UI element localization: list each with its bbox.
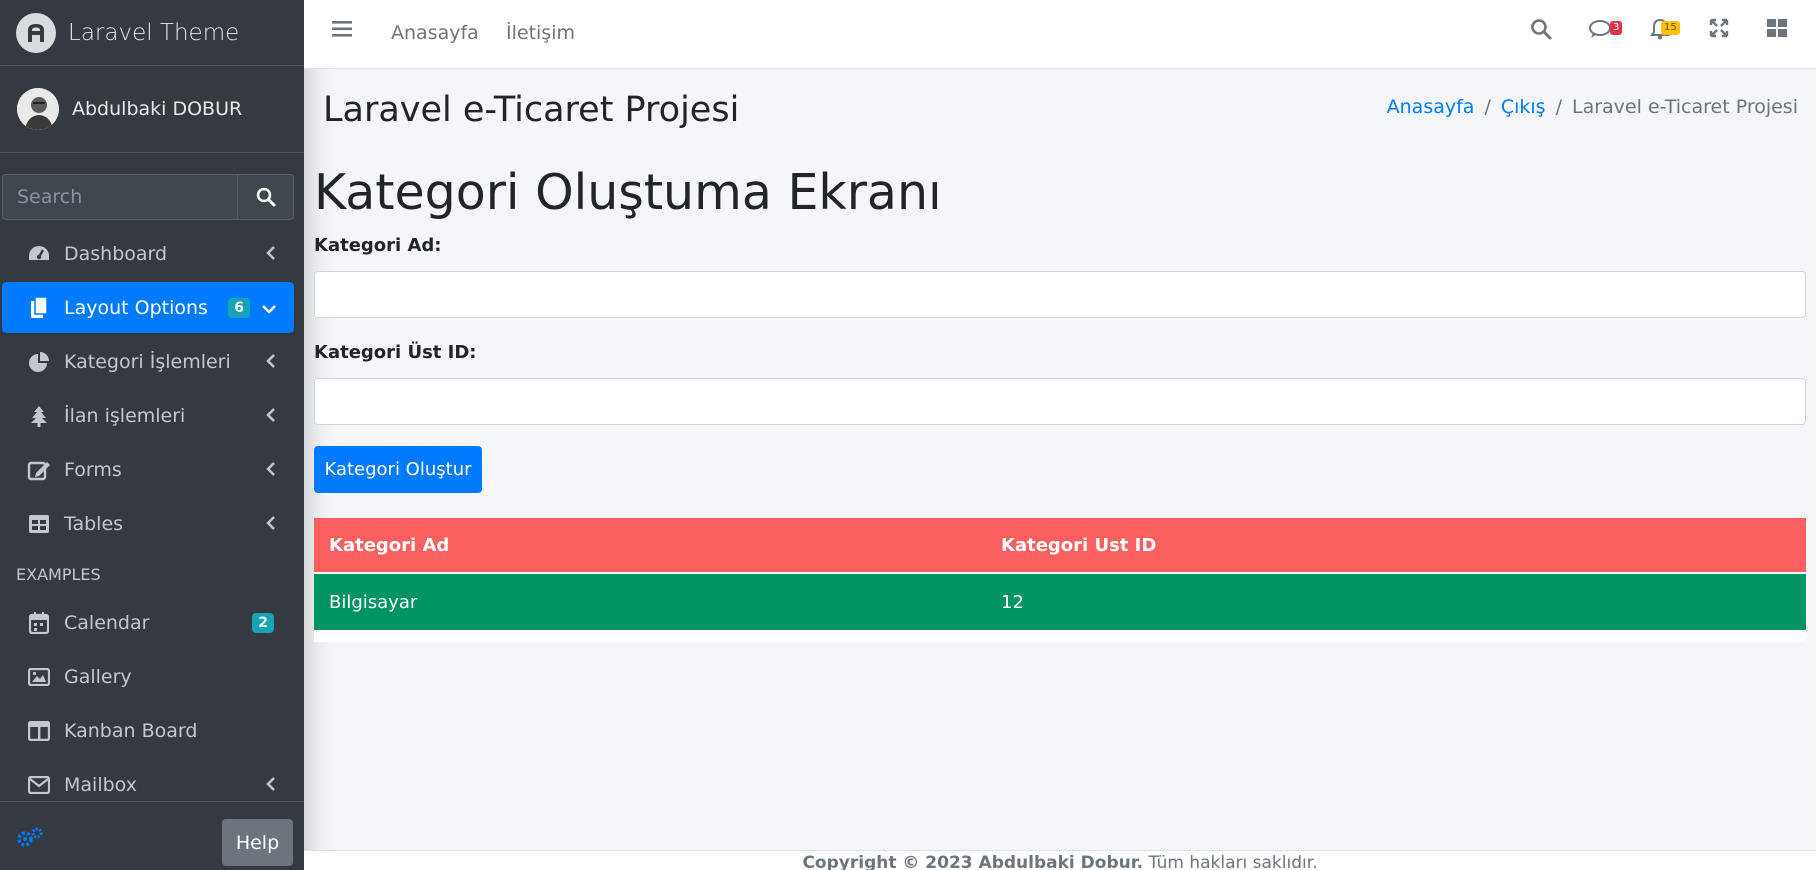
- top-navbar: Anasayfa İletişim 3 15: [304, 0, 1816, 69]
- avatar: [17, 88, 59, 130]
- breadcrumb-link-cikis[interactable]: Çıkış: [1501, 96, 1546, 118]
- breadcrumb-link-anasayfa[interactable]: Anasayfa: [1387, 96, 1475, 118]
- brand-title: Laravel Theme: [68, 19, 240, 46]
- gears-icon[interactable]: [16, 827, 44, 853]
- search-input[interactable]: [3, 175, 237, 219]
- breadcrumb-separator: /: [1555, 96, 1562, 118]
- envelope-icon: [26, 773, 52, 797]
- user-panel[interactable]: Abdulbaki DOBUR: [0, 66, 304, 153]
- footer-copyright: Copyright © 2023 Abdulbaki Dobur.: [802, 853, 1144, 870]
- search-icon[interactable]: [1530, 18, 1552, 44]
- copy-icon: [26, 295, 52, 320]
- breadcrumb-current: Laravel e-Ticaret Projesi: [1572, 96, 1798, 118]
- sidebar-item-layout-options[interactable]: Layout Options 6: [2, 282, 294, 333]
- control-sidebar-icon[interactable]: [1766, 18, 1788, 42]
- kategori-olustur-button[interactable]: Kategori Oluştur: [314, 446, 482, 493]
- kategori-ad-label: Kategori Ad:: [314, 235, 442, 256]
- user-name: Abdulbaki DOBUR: [72, 98, 243, 120]
- edit-icon: [26, 458, 52, 482]
- table-icon: [26, 512, 52, 536]
- nav-header-examples: EXAMPLES: [16, 565, 101, 584]
- messages-icon[interactable]: [1588, 18, 1612, 44]
- breadcrumb-separator: /: [1484, 96, 1491, 118]
- sidebar-nav: Dashboard Layout Options 6 Kategori İşle…: [0, 228, 304, 813]
- sidebar-search: [2, 174, 294, 220]
- nav-link-anasayfa[interactable]: Anasayfa: [391, 22, 479, 44]
- kategori-ust-id-label: Kategori Üst ID:: [314, 342, 477, 363]
- chevron-left-icon: [266, 459, 276, 481]
- sidebar-item-label: Forms: [64, 458, 122, 481]
- sidebar-item-label: İlan işlemleri: [64, 404, 186, 427]
- brand-link[interactable]: Laravel Theme: [0, 0, 304, 66]
- chevron-left-icon: [266, 243, 276, 265]
- count-badge: 2: [252, 612, 274, 633]
- sidebar-item-kanban-board[interactable]: Kanban Board: [2, 705, 294, 756]
- pie-chart-icon: [26, 350, 52, 374]
- table-cell: 12: [1001, 591, 1024, 613]
- table-header-kategori-ad: Kategori Ad: [329, 534, 450, 556]
- dashboard-icon: [26, 242, 52, 266]
- sidebar-footer: Help: [0, 801, 304, 870]
- count-badge: 6: [228, 297, 250, 318]
- table-header-row: Kategori Ad Kategori Ust ID: [314, 518, 1806, 574]
- calendar-icon: [26, 611, 52, 635]
- footer-rights: Tüm hakları saklıdır.: [1148, 853, 1318, 870]
- page-title: Kategori Oluştuma Ekranı: [314, 164, 942, 221]
- chevron-left-icon: [266, 405, 276, 427]
- chevron-down-icon: [262, 297, 276, 319]
- sidebar-item-label: Layout Options: [64, 296, 208, 319]
- page-footer: Copyright © 2023 Abdulbaki Dobur. Tüm ha…: [304, 850, 1816, 870]
- content-title: Laravel e-Ticaret Projesi: [323, 90, 740, 130]
- sidebar-item-label: Dashboard: [64, 242, 168, 265]
- image-icon: [26, 665, 52, 689]
- sidebar-item-label: Mailbox: [64, 773, 137, 796]
- tree-icon: [26, 404, 52, 428]
- sidebar-item-label: Kanban Board: [64, 719, 198, 742]
- sidebar: Laravel Theme Abdulbaki DOBUR Dashboard …: [0, 0, 304, 870]
- sidebar-item-dashboard[interactable]: Dashboard: [2, 228, 294, 279]
- table-cell: Bilgisayar: [329, 591, 418, 613]
- kategori-ust-id-input[interactable]: [314, 378, 1806, 425]
- chevron-left-icon: [266, 351, 276, 373]
- notifications-badge: 15: [1661, 21, 1680, 35]
- hamburger-icon[interactable]: [332, 20, 352, 42]
- messages-badge: 3: [1610, 21, 1623, 35]
- sidebar-item-calendar[interactable]: Calendar 2: [2, 597, 294, 648]
- table-header-kategori-ust-id: Kategori Ust ID: [1001, 534, 1157, 556]
- sidebar-item-label: Tables: [64, 512, 124, 535]
- fullscreen-icon[interactable]: [1709, 18, 1729, 42]
- columns-icon: [26, 719, 52, 743]
- breadcrumb: Anasayfa / Çıkış / Laravel e-Ticaret Pro…: [1387, 96, 1798, 118]
- search-icon: [256, 187, 275, 207]
- brand-logo-icon: [16, 12, 56, 53]
- kategori-ad-input[interactable]: [314, 271, 1806, 318]
- sidebar-item-label: Gallery: [64, 665, 132, 688]
- help-button[interactable]: Help: [222, 819, 293, 866]
- sidebar-item-label: Kategori İşlemleri: [64, 350, 231, 373]
- search-button[interactable]: [237, 175, 293, 219]
- table-footer: [314, 630, 1806, 642]
- sidebar-item-tables[interactable]: Tables: [2, 498, 294, 549]
- sidebar-item-gallery[interactable]: Gallery: [2, 651, 294, 702]
- nav-link-iletisim[interactable]: İletişim: [506, 22, 575, 44]
- sidebar-item-label: Calendar: [64, 611, 150, 634]
- chevron-left-icon: [266, 774, 276, 796]
- chevron-left-icon: [266, 513, 276, 535]
- sidebar-item-ilan-islemleri[interactable]: İlan işlemleri: [2, 390, 294, 441]
- table-row: Bilgisayar 12: [314, 574, 1806, 630]
- sidebar-item-forms[interactable]: Forms: [2, 444, 294, 495]
- sidebar-item-kategori-islemleri[interactable]: Kategori İşlemleri: [2, 336, 294, 387]
- kategori-table: Kategori Ad Kategori Ust ID Bilgisayar 1…: [314, 518, 1806, 642]
